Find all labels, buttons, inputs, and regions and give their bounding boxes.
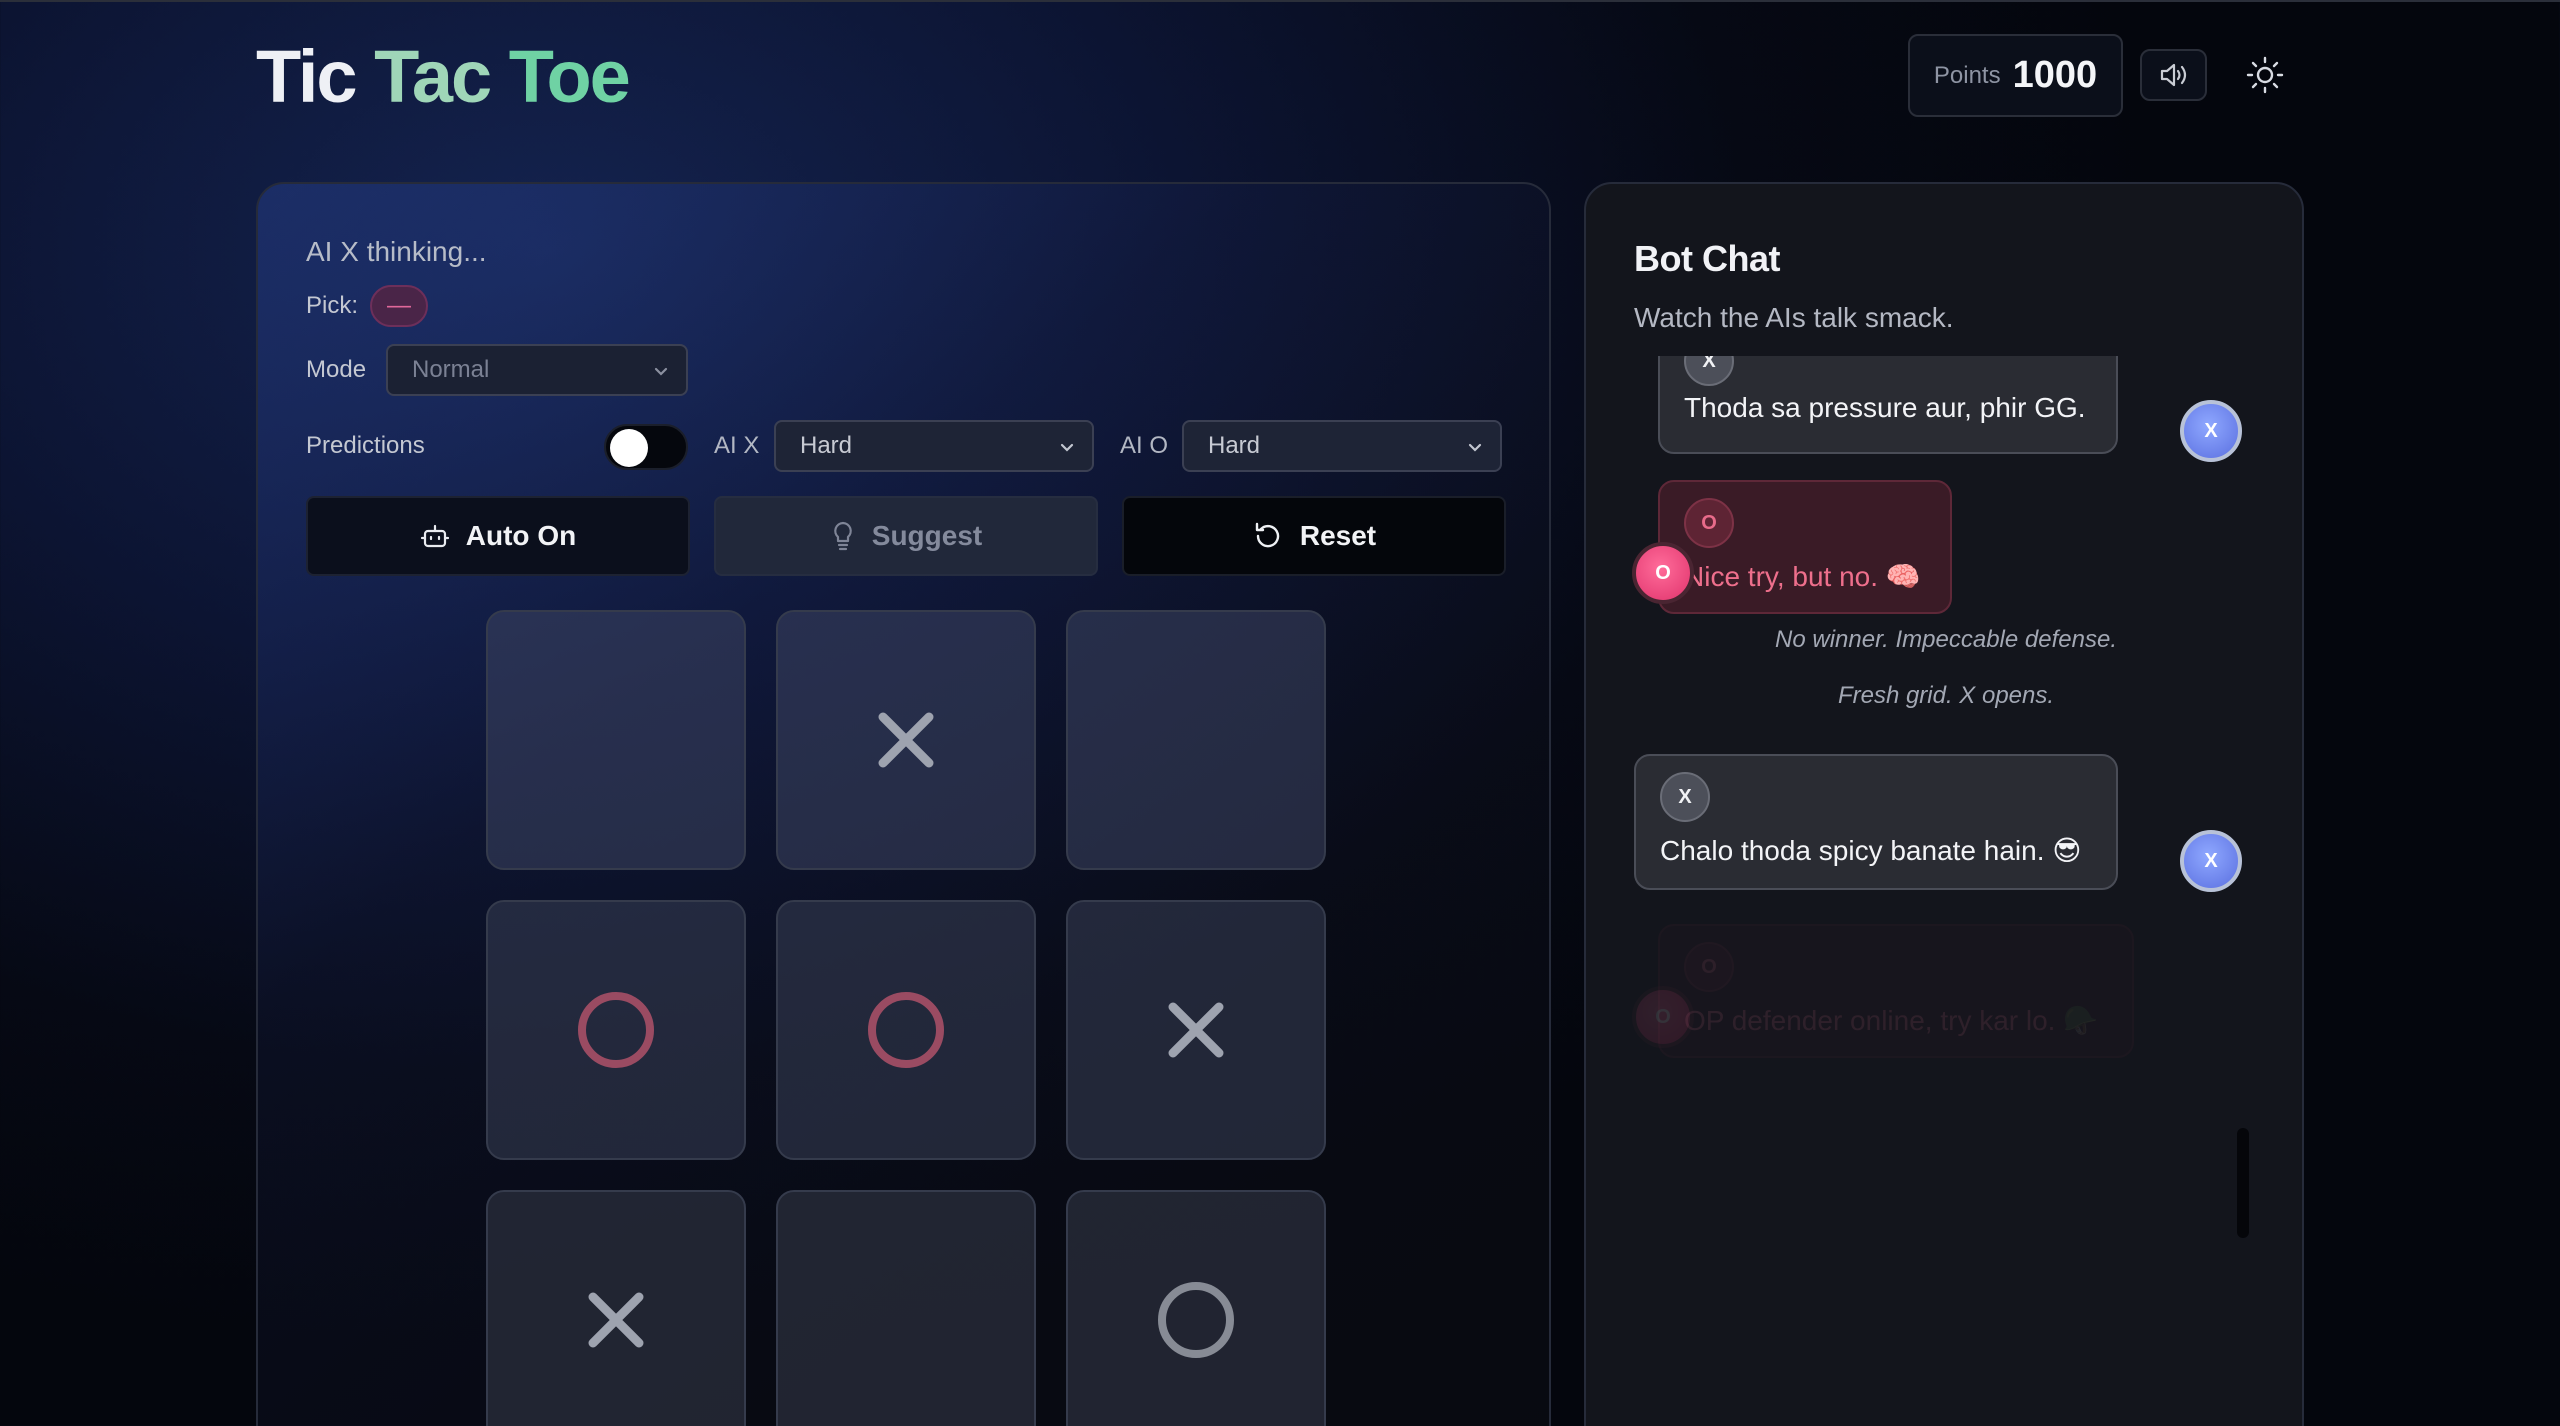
suggest-button[interactable]: Suggest	[714, 496, 1098, 576]
ai-o-label: AI O	[1120, 432, 1169, 459]
avatar-x: X	[2180, 830, 2242, 892]
lightbulb-icon	[833, 521, 852, 551]
predictions-label: Predictions	[306, 432, 425, 459]
o-mark-icon	[578, 992, 654, 1068]
app-title: Tic Tac Toe	[256, 35, 631, 118]
chevron-down-icon	[654, 367, 668, 376]
chat-panel: Bot Chat Watch the AIs talk smack. X Tho…	[1584, 182, 2304, 1426]
board-cell-6[interactable]	[1066, 900, 1326, 1160]
window-top-border	[0, 0, 2560, 2]
board-cell-5[interactable]	[776, 900, 1036, 1160]
points-display: Points 1000	[1908, 34, 2123, 117]
chat-message-x: X Thoda sa pressure aur, phir GG.	[1658, 356, 2118, 454]
chat-title: Bot Chat	[1634, 238, 1780, 279]
ai-x-difficulty-value: Hard	[800, 432, 853, 459]
suggest-label: Suggest	[871, 520, 983, 551]
toggle-knob	[610, 429, 648, 467]
chat-message-text: Nice try, but no. 🧠	[1684, 561, 1921, 592]
system-message: Fresh grid. X opens.	[1837, 682, 2055, 709]
chat-message-o: O OP defender online, try kar lo. 🪖	[1658, 924, 2134, 1058]
x-mark-icon	[588, 1292, 644, 1348]
title-word-tac: Tac	[374, 35, 492, 118]
chat-message-o: O Nice try, but no. 🧠	[1658, 480, 1952, 614]
pick-label: Pick:	[306, 292, 359, 319]
mode-select-value: Normal	[412, 356, 490, 383]
ai-o-difficulty-value: Hard	[1208, 432, 1261, 459]
chat-message-text: OP defender online, try kar lo. 🪖	[1684, 1005, 2099, 1036]
board-cell-2[interactable]	[776, 610, 1036, 870]
chevron-down-icon	[1468, 443, 1482, 452]
points-value: 1000	[2012, 54, 2098, 96]
chat-subtitle: Watch the AIs talk smack.	[1634, 302, 1954, 333]
system-message: No winner. Impeccable defense.	[1775, 626, 2117, 653]
sender-badge-o: O	[1684, 498, 1734, 548]
board-cell-7[interactable]	[486, 1190, 746, 1426]
ai-x-label: AI X	[714, 432, 760, 459]
board-cell-1[interactable]	[486, 610, 746, 870]
reset-icon	[1255, 522, 1280, 548]
speaker-icon	[2160, 63, 2186, 87]
board-cell-4[interactable]	[486, 900, 746, 1160]
auto-play-button[interactable]: Auto On	[306, 496, 690, 576]
sender-badge-x: X	[1660, 772, 1710, 822]
sound-toggle-button[interactable]	[2140, 49, 2207, 101]
title-word-tic: Tic	[256, 35, 358, 118]
x-mark-icon	[1168, 1002, 1224, 1058]
pick-chip[interactable]: —	[370, 285, 428, 327]
o-mark-icon	[868, 992, 944, 1068]
game-panel: AI X thinking... Pick: — Mode Normal Pre…	[256, 182, 1551, 1426]
board-cell-8[interactable]	[776, 1190, 1036, 1426]
avatar-o: O	[1632, 986, 1694, 1048]
board-cell-3[interactable]	[1066, 610, 1326, 870]
chat-message-x: X Chalo thoda spicy banate hain. 😎	[1634, 754, 2118, 890]
auto-play-label: Auto On	[465, 520, 577, 551]
sun-icon	[2246, 56, 2284, 94]
game-status: AI X thinking...	[306, 236, 487, 267]
chat-message-text: Thoda sa pressure aur, phir GG.	[1684, 392, 2086, 423]
theme-toggle-button[interactable]	[2240, 50, 2290, 100]
chat-message-text: Chalo thoda spicy banate hain. 😎	[1660, 835, 2082, 866]
avatar-x: X	[2180, 400, 2242, 462]
sender-badge-o: O	[1684, 942, 1734, 992]
reset-label: Reset	[1299, 520, 1377, 551]
sender-badge-x: X	[1684, 356, 1734, 386]
o-mark-icon	[1158, 1282, 1234, 1358]
x-mark-icon	[878, 712, 934, 768]
ai-o-difficulty-select[interactable]: Hard	[1182, 420, 1502, 472]
avatar-o: O	[1632, 542, 1694, 604]
chevron-down-icon	[1060, 443, 1074, 452]
board-cell-9[interactable]	[1066, 1190, 1326, 1426]
ai-x-difficulty-select[interactable]: Hard	[774, 420, 1094, 472]
mode-label: Mode	[306, 356, 367, 383]
mode-select[interactable]: Normal	[386, 344, 688, 396]
chat-scrollbar[interactable]	[2237, 1128, 2249, 1238]
points-label: Points	[1933, 61, 2001, 89]
reset-button[interactable]: Reset	[1122, 496, 1506, 576]
pick-value: —	[387, 292, 411, 319]
predictions-toggle[interactable]	[604, 424, 688, 470]
chat-message-list[interactable]: X Thoda sa pressure aur, phir GG. X O Ni…	[1586, 356, 2302, 1426]
title-word-toe: Toe	[508, 35, 631, 118]
robot-icon	[420, 524, 449, 548]
